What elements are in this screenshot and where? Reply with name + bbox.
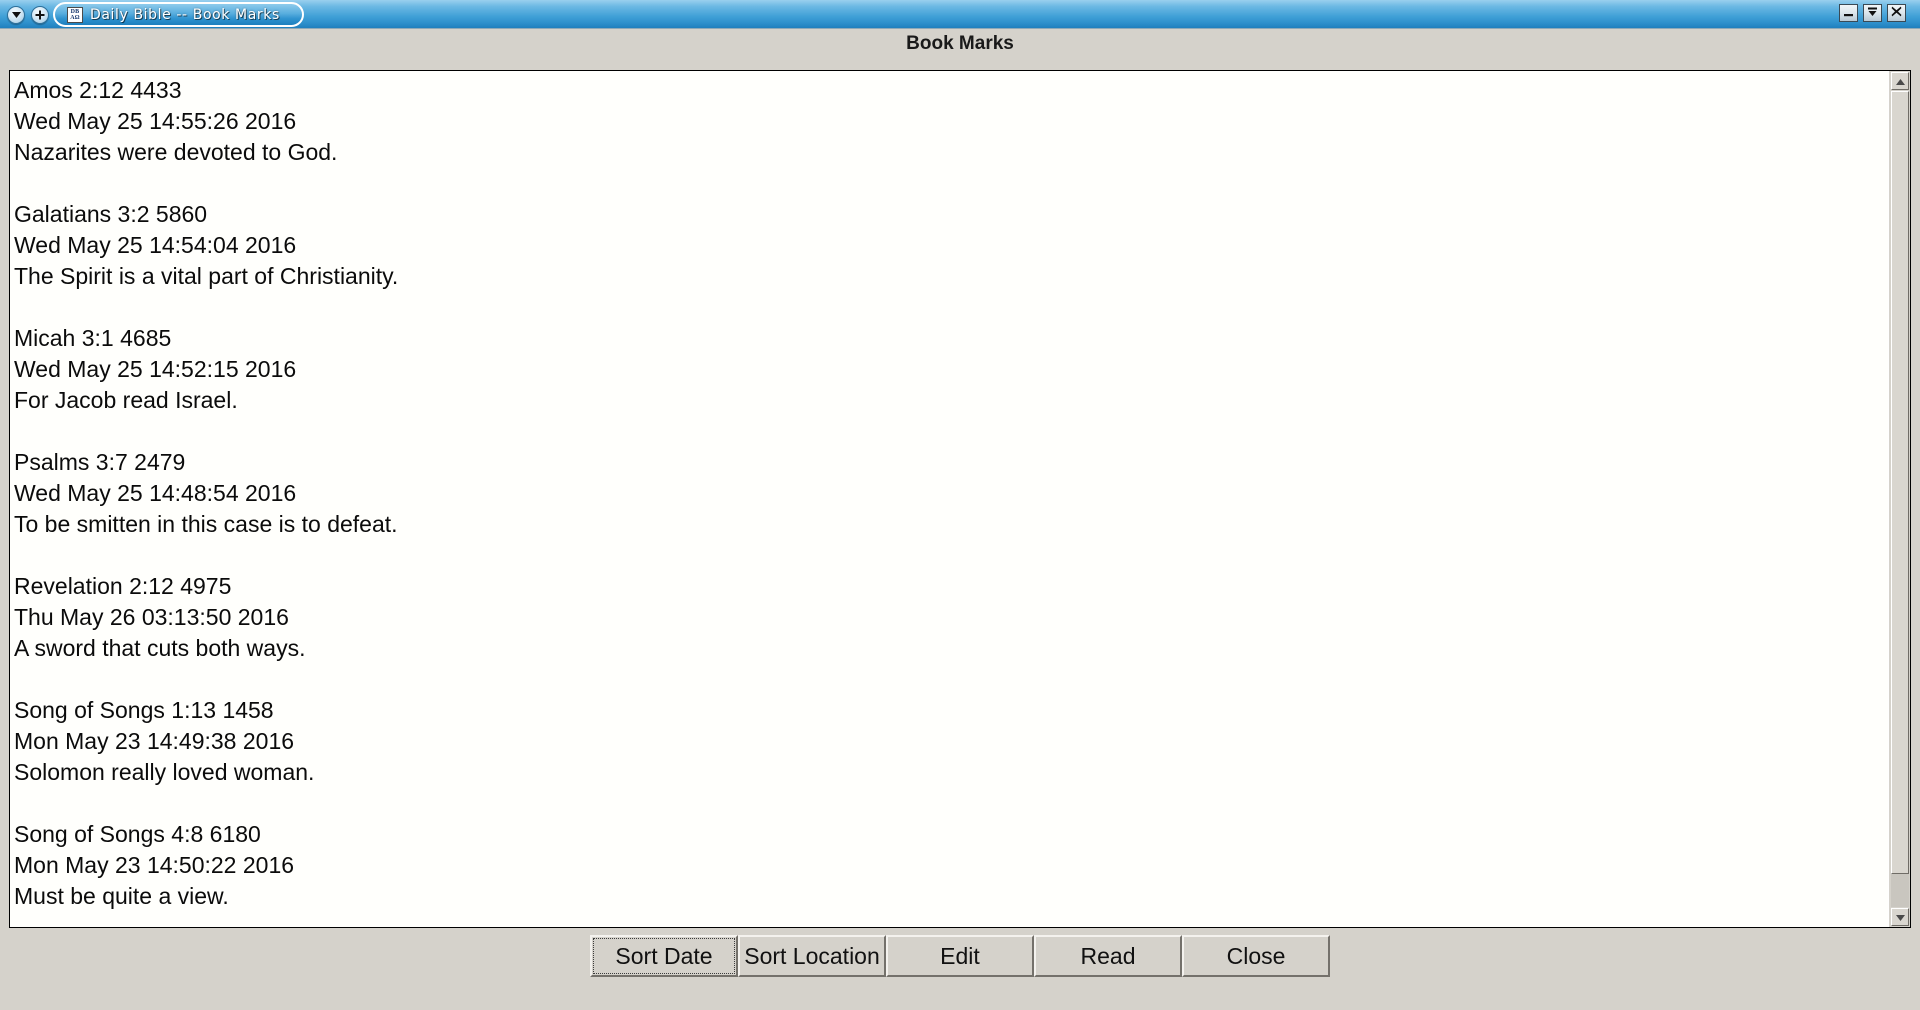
scroll-down-button[interactable]	[1891, 908, 1909, 926]
bookmark-entry[interactable]: Micah 3:1 4685 Wed May 25 14:52:15 2016 Fo…	[14, 323, 1888, 416]
bookmark-timestamp: Wed May 25 14:48:54 2016	[14, 480, 297, 506]
bookmark-location: Revelation 2:12 4975	[14, 573, 232, 599]
bookmark-separator	[14, 416, 1888, 447]
scroll-down-icon	[1895, 908, 1905, 926]
bookmark-entry[interactable]: Psalms 3:7 2479 Wed May 25 14:48:54 2016 T…	[14, 447, 1888, 540]
bookmark-location: Micah 3:1 4685	[14, 325, 172, 351]
bookmark-entry[interactable]: Song of Songs 4:8 6180 Mon May 23 14:50:2…	[14, 819, 1888, 912]
bookmark-timestamp: Mon May 23 14:49:38 2016	[14, 728, 295, 754]
plus-icon	[35, 10, 45, 20]
bookmark-separator	[14, 788, 1888, 819]
scrollbar-thumb[interactable]	[1891, 91, 1909, 875]
dialog-button-bar: Sort Date Sort Location Edit Read Close	[0, 935, 1920, 981]
minimize-button[interactable]	[1839, 4, 1858, 22]
chevron-down-icon	[11, 12, 21, 18]
bookmark-note: Must be quite a view.	[14, 883, 229, 909]
window-menu-button[interactable]	[7, 6, 25, 24]
bookmarks-text-area[interactable]: Amos 2:12 4433 Wed May 25 14:55:26 2016 Na…	[9, 70, 1911, 928]
daily-bible-app-icon: DB AΩ	[67, 6, 83, 23]
scroll-up-icon	[1895, 72, 1905, 90]
bookmark-timestamp: Wed May 25 14:54:04 2016	[14, 232, 297, 258]
close-window-button[interactable]	[1887, 4, 1906, 22]
scrollbar-track[interactable]	[1891, 91, 1909, 907]
bookmark-separator	[14, 168, 1888, 199]
application-window: DB AΩ Daily Bible -- Book Marks Book Mar…	[0, 0, 1920, 1010]
maximize-button[interactable]	[1863, 4, 1882, 22]
minimize-icon	[1843, 4, 1854, 22]
app-icon-line-2: AΩ	[70, 14, 80, 21]
bookmark-note: For Jacob read Israel.	[14, 387, 238, 413]
title-bar: DB AΩ Daily Bible -- Book Marks	[0, 0, 1920, 29]
bookmark-timestamp: Thu May 26 03:13:50 2016	[14, 604, 289, 630]
bookmark-location: Song of Songs 4:8 6180	[14, 821, 261, 847]
bookmark-separator	[14, 664, 1888, 695]
bookmark-entry[interactable]: Revelation 2:12 4975 Thu May 26 03:13:50 …	[14, 571, 1888, 664]
sort-date-button[interactable]: Sort Date	[590, 935, 738, 977]
window-title-tab[interactable]: DB AΩ Daily Bible -- Book Marks	[53, 2, 304, 27]
bookmark-note: Nazarites were devoted to God.	[14, 139, 338, 165]
maximize-icon	[1867, 4, 1878, 22]
bookmark-entry[interactable]: Galatians 3:2 5860 Wed May 25 14:54:04 20…	[14, 199, 1888, 292]
bookmark-timestamp: Mon May 23 14:50:22 2016	[14, 852, 295, 878]
bookmark-note: The Spirit is a vital part of Christiani…	[14, 263, 399, 289]
vertical-scrollbar[interactable]	[1888, 71, 1910, 927]
bookmark-timestamp: Wed May 25 14:52:15 2016	[14, 356, 297, 382]
close-button[interactable]: Close	[1182, 935, 1330, 977]
bookmark-note: A sword that cuts both ways.	[14, 635, 306, 661]
window-shade-button[interactable]	[31, 6, 49, 24]
page-title: Book Marks	[906, 33, 1014, 54]
header-band: Book Marks	[0, 29, 1920, 59]
bookmark-note: Solomon really loved woman.	[14, 759, 315, 785]
bookmark-location: Amos 2:12 4433	[14, 77, 182, 103]
bookmark-location: Psalms 3:7 2479	[14, 449, 186, 475]
bookmark-separator	[14, 540, 1888, 571]
bookmark-timestamp: Wed May 25 14:55:26 2016	[14, 108, 297, 134]
window-title-text: Daily Bible -- Book Marks	[90, 6, 280, 23]
scroll-up-button[interactable]	[1891, 72, 1909, 90]
close-icon	[1891, 4, 1902, 22]
bookmark-location: Song of Songs 1:13 1458	[14, 697, 274, 723]
bookmark-note: To be smitten in this case is to defeat.	[14, 511, 398, 537]
sort-location-button[interactable]: Sort Location	[738, 935, 886, 977]
bookmark-entry[interactable]: Song of Songs 1:13 1458 Mon May 23 14:49:…	[14, 695, 1888, 788]
bookmark-location: Galatians 3:2 5860	[14, 201, 208, 227]
bookmark-list[interactable]: Amos 2:12 4433 Wed May 25 14:55:26 2016 Na…	[10, 71, 1888, 927]
read-button[interactable]: Read	[1034, 935, 1182, 977]
bookmark-separator	[14, 292, 1888, 323]
bookmark-entry[interactable]: Amos 2:12 4433 Wed May 25 14:55:26 2016 Na…	[14, 75, 1888, 168]
edit-button[interactable]: Edit	[886, 935, 1034, 977]
